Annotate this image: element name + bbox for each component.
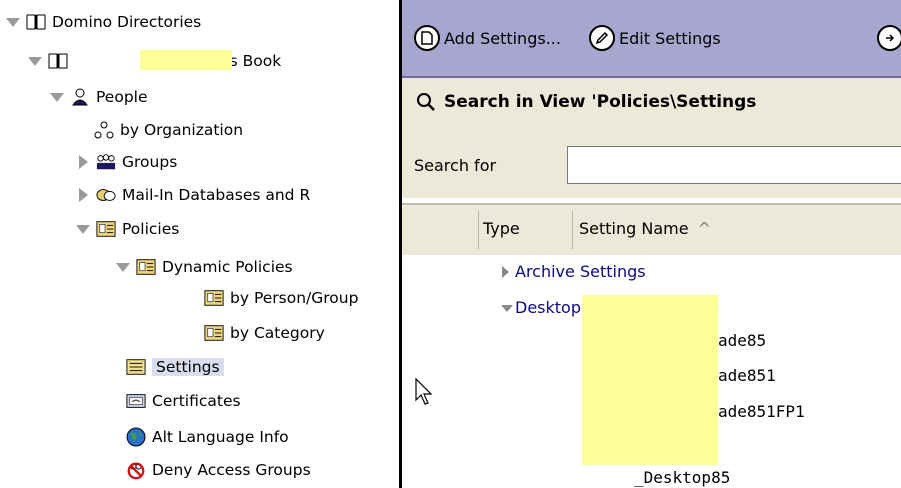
column-header-setting-name-label: Setting Name [579, 219, 689, 238]
deny-access-icon [126, 461, 146, 480]
search-panel: Search in View 'Policies\Settings Search… [402, 78, 901, 198]
expanded-twisty-icon[interactable] [6, 15, 20, 29]
globe-icon [126, 427, 146, 447]
expanded-twisty-icon[interactable] [28, 54, 42, 68]
add-document-icon [414, 25, 440, 51]
tree-item-mail-in-databases[interactable]: Mail-In Databases and R [76, 182, 310, 208]
redaction-box [140, 50, 232, 70]
magnifier-icon [416, 92, 436, 112]
tree-item-by-person-group[interactable]: by Person/Group [204, 285, 358, 311]
tree-item-people[interactable]: People [50, 84, 148, 110]
add-settings-label: Add Settings... [444, 28, 561, 48]
policy-icon [136, 258, 156, 276]
tree-item-label: Policies [122, 220, 180, 238]
redaction-box [582, 295, 718, 465]
column-separator[interactable] [572, 211, 573, 249]
policy-icon [204, 289, 224, 307]
tree-item-label: Alt Language Info [152, 428, 289, 446]
column-header-type[interactable]: Type [483, 219, 520, 238]
person-icon [70, 88, 90, 106]
tree-item-label: Dynamic Policies [162, 258, 293, 276]
collapsed-twisty-icon[interactable] [76, 155, 90, 169]
tree-item-label: Groups [122, 153, 178, 171]
tree-item-policies[interactable]: Policies [76, 216, 179, 242]
sort-ascending-icon[interactable]: ^ [698, 219, 711, 238]
action-icon [877, 25, 901, 51]
expanded-twisty-icon[interactable] [76, 222, 90, 236]
tree-item-settings[interactable]: Settings [126, 354, 224, 380]
collapsed-twisty-icon[interactable] [501, 265, 511, 278]
expanded-twisty-icon[interactable] [501, 302, 513, 314]
expanded-twisty-icon[interactable] [116, 260, 130, 274]
next-action-button[interactable] [877, 22, 901, 54]
tree-item-label: People [96, 88, 148, 106]
tree-item-dynamic-policies[interactable]: Dynamic Policies [116, 254, 293, 280]
tree-item-alt-language-info[interactable]: Alt Language Info [126, 424, 289, 450]
group-icon [96, 153, 116, 171]
book-icon [48, 52, 68, 70]
tree-item-label: Domino Directories [52, 13, 202, 31]
tree-item-label: by Category [230, 324, 325, 342]
book-icon [26, 13, 46, 31]
collapsed-twisty-icon[interactable] [76, 188, 90, 202]
column-separator[interactable] [478, 211, 479, 249]
policy-icon [204, 324, 224, 342]
tree-item-label: by Organization [120, 121, 244, 139]
search-for-label: Search for [414, 156, 497, 175]
setting-name: _Desktop85 [634, 468, 731, 487]
certificate-icon [126, 392, 146, 410]
search-input[interactable] [567, 146, 901, 184]
edit-settings-button[interactable]: Edit Settings [589, 22, 721, 54]
mouse-cursor-icon [415, 377, 433, 410]
navigation-pane: Domino Directories Address Book People b… [0, 0, 402, 488]
policy-icon [96, 220, 116, 238]
search-title-text: Search in View 'Policies\Settings [444, 92, 757, 112]
setting-name: ade85 [718, 331, 767, 350]
tree-item-certificates[interactable]: Certificates [126, 388, 241, 414]
org-hierarchy-icon [94, 121, 114, 139]
settings-icon [126, 358, 146, 376]
document-row[interactable]: _Desktop85 [580, 468, 730, 487]
column-header: Type Setting Name ^ [402, 203, 901, 255]
mail-in-database-icon [96, 186, 116, 204]
tree-item-by-organization[interactable]: by Organization [94, 117, 243, 143]
edit-settings-label: Edit Settings [619, 28, 721, 48]
setting-name: ade851 [718, 366, 776, 385]
category-row-archive-settings[interactable]: Archive Settings [501, 262, 646, 281]
tree-item-by-category[interactable]: by Category [204, 320, 325, 346]
view-pane: Add Settings... Edit Settings Search in … [402, 0, 901, 488]
category-label: Archive Settings [515, 262, 646, 281]
tree-item-deny-access-groups[interactable]: Deny Access Groups [126, 457, 311, 483]
setting-name: ade851FP1 [718, 402, 805, 421]
tree-item-label: Mail-In Databases and R [122, 186, 311, 204]
tree-item-domino-directories[interactable]: Domino Directories [6, 9, 201, 35]
search-title: Search in View 'Policies\Settings [416, 92, 756, 112]
tree-item-groups[interactable]: Groups [76, 149, 177, 175]
tree-item-label: Certificates [152, 392, 241, 410]
add-settings-button[interactable]: Add Settings... [414, 22, 561, 54]
tree-item-label: by Person/Group [230, 289, 359, 307]
tree-item-label: Settings [152, 358, 224, 376]
expanded-twisty-icon[interactable] [50, 90, 64, 104]
edit-pencil-icon [589, 25, 615, 51]
action-bar: Add Settings... Edit Settings [402, 0, 901, 78]
tree-item-label: Deny Access Groups [152, 461, 311, 479]
column-header-setting-name[interactable]: Setting Name ^ [579, 219, 711, 238]
